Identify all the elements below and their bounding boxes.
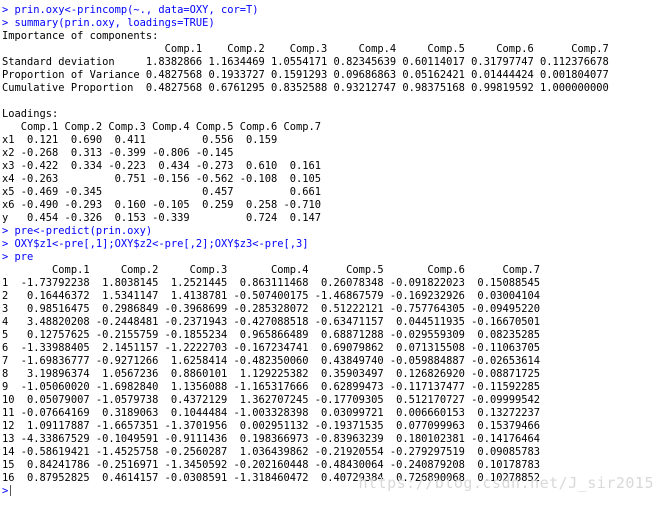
console-output-line: 1 -1.73792238 1.8038145 1.2521445 0.8631… (2, 277, 540, 289)
console-output-line: Loadings: (2, 108, 59, 120)
console-input-line: > pre (2, 251, 34, 263)
console-output-line: Comp.1 Comp.2 Comp.3 Comp.4 Comp.5 Comp.… (2, 264, 540, 276)
console-output-line: 3 0.98516475 0.2986849 -0.3968699 -0.285… (2, 303, 540, 315)
console-output-line: 7 -1.69836777 -0.9271266 1.6258414 -0.48… (2, 355, 540, 367)
console-output-line: x2 -0.268 0.313 -0.399 -0.806 -0.145 (2, 147, 322, 159)
text-cursor (10, 485, 12, 496)
console-output-line: x6 -0.490 -0.293 0.160 -0.105 0.259 0.25… (2, 199, 322, 211)
console-output-line: x5 -0.469 -0.345 0.457 0.661 (2, 186, 322, 198)
console-output-line: x4 -0.263 0.751 -0.156 -0.562 -0.108 0.1… (2, 173, 322, 185)
console-output-line: y 0.454 -0.326 0.153 -0.339 0.724 0.147 (2, 212, 322, 224)
console-output-line: 15 0.84241786 -0.2516971 -1.3450592 -0.2… (2, 459, 540, 471)
console-input-line: > OXY$z1<-pre[,1];OXY$z2<-pre[,2];OXY$z3… (2, 238, 309, 250)
console-input-line: > pre<-predict(prin.oxy) (2, 225, 153, 237)
console-output-line: Comp.1 Comp.2 Comp.3 Comp.4 Comp.5 Comp.… (2, 43, 609, 55)
console-input-line: > summary(prin.oxy, loadings=TRUE) (2, 17, 215, 29)
watermark-text: https://blog.csdn.net/J_sir2015 (358, 474, 654, 492)
console-output-line: Proportion of Variance 0.4827568 0.19337… (2, 69, 609, 81)
console-output-line: 12 1.09117887 -1.6657351 -1.3701956 0.00… (2, 420, 540, 432)
console-output-line: 8 3.19896374 1.0567236 0.8860101 1.12922… (2, 368, 540, 380)
console-output-line: x1 0.121 0.690 0.411 0.556 0.159 (2, 134, 322, 146)
console-output-line: 11 -0.07664169 0.3189063 0.1044484 -1.00… (2, 407, 540, 419)
console-output-line: 10 0.05079007 -1.0579738 0.4372129 1.362… (2, 394, 540, 406)
console-output-line: 6 -1.33988405 2.1451157 -1.2222703 -0.16… (2, 342, 540, 354)
r-console[interactable]: > prin.oxy<-princomp(~., data=OXY, cor=T… (0, 0, 664, 506)
console-output-line: 9 -1.05060020 -1.6982840 1.1356088 -1.16… (2, 381, 540, 393)
console-output-line: Cumulative Proportion 0.4827568 0.676129… (2, 82, 609, 94)
console-output-line: 14 -0.58619421 -1.4525758 -0.2560287 1.0… (2, 446, 540, 458)
console-output: > prin.oxy<-princomp(~., data=OXY, cor=T… (2, 4, 662, 485)
console-output-line: Comp.1 Comp.2 Comp.3 Comp.4 Comp.5 Comp.… (2, 121, 322, 133)
console-output-line: 5 0.12757625 -0.2155759 -0.1855234 0.965… (2, 329, 540, 341)
console-output-line: 4 3.48820208 -0.2448481 -0.2371943 -0.42… (2, 316, 540, 328)
console-output-line: Importance of components: (2, 30, 159, 42)
console-output-line: Standard deviation 1.8382866 1.1634469 1… (2, 56, 609, 68)
console-input-line: > prin.oxy<-princomp(~., data=OXY, cor=T… (2, 4, 259, 16)
console-output-line: 13 -4.33867529 -0.1049591 -0.9111436 0.1… (2, 433, 540, 445)
console-output-line: x3 -0.422 0.334 -0.223 0.434 -0.273 0.61… (2, 160, 322, 172)
console-output-line: 2 0.16446372 1.5341147 1.4138781 -0.5074… (2, 290, 540, 302)
prompt-symbol: > (2, 485, 9, 497)
